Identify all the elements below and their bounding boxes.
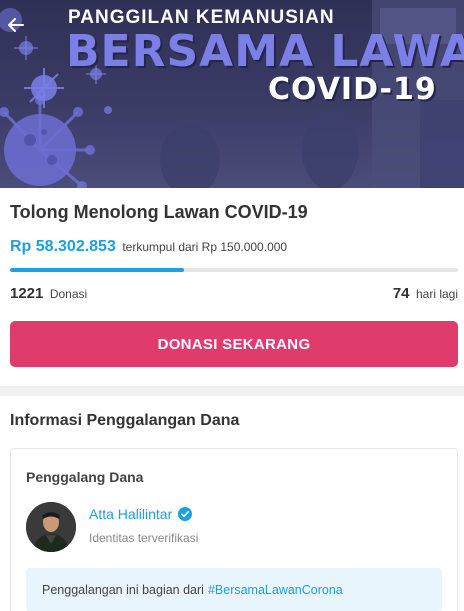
back-button[interactable] [4,10,28,40]
campaign-summary: Tolong Menolong Lawan COVID-19 Rp 58.302… [0,188,464,386]
hashtag-link[interactable]: #BersamaLawanCorona [208,583,343,597]
donate-now-button[interactable]: DONASI SEKARANG [10,321,458,367]
fundraiser-name: Atta Halilintar [89,506,173,522]
campaign-banner: PANGGILAN KEMANUSIAN BERSAMA LAWAN COVID… [0,0,464,188]
banner-headline-main: BERSAMA LAWAN [66,26,464,77]
verified-identity-text: Identitas terverifikasi [89,531,199,545]
fundraiser-name-link[interactable]: Atta Halilintar [89,506,193,522]
avatar[interactable] [26,502,76,552]
progress-fill [10,268,185,272]
days-left: 74 hari lagi [393,285,458,303]
days-left-label: hari lagi [415,287,458,301]
fundraiser-card: Penggalang Dana Atta Halilintar Identita… [10,448,458,611]
donation-count-label: Donasi [49,287,88,301]
fundraiser-label: Penggalang Dana [26,469,144,485]
avatar-image [26,502,76,552]
campaign-title: Tolong Menolong Lawan COVID-19 [10,202,308,222]
amount-target: terkumpul dari Rp 150.000.000 [122,240,288,254]
amount-row: Rp 58.302.853 terkumpul dari Rp 150.000.… [10,238,287,256]
banner-headline-covid: COVID-19 [268,72,437,107]
amount-raised: Rp 58.302.853 [10,238,116,255]
fundraising-info-section: Informasi Penggalangan Dana Penggalang D… [0,396,464,611]
check-badge-icon [178,507,193,521]
days-left-value: 74 [392,285,410,302]
donation-count: 1221 Donasi [10,285,87,303]
progress-bar [10,268,458,272]
arrow-left-icon [8,18,24,32]
campaign-note-text: Penggalangan ini bagian dari [42,582,204,597]
section-title: Informasi Penggalangan Dana [10,412,240,429]
campaign-note: Penggalangan ini bagian dari #BersamaLaw… [26,568,442,611]
donation-count-value: 1221 [10,285,44,302]
